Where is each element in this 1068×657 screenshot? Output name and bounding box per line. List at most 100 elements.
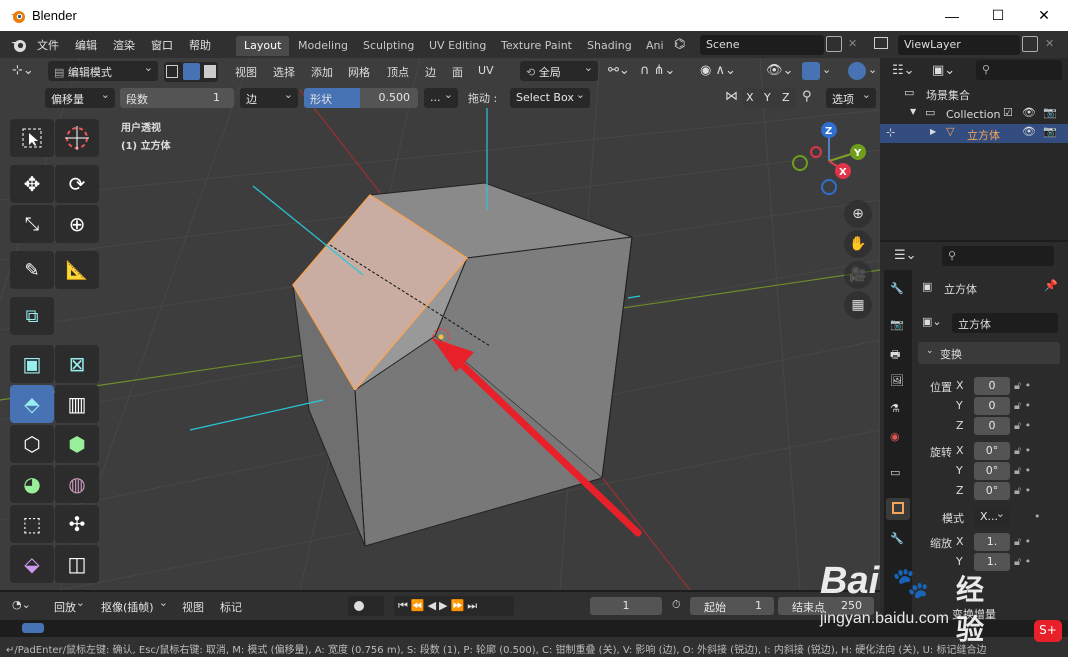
vertex-select-icon[interactable] [166, 65, 178, 78]
plugin-badge-icon[interactable]: S+ [1034, 620, 1062, 642]
mode-keyframe-icon[interactable]: • [1034, 510, 1041, 523]
gizmo-dropdown-icon[interactable]: ⌄ [822, 63, 831, 76]
object-tab-icon[interactable] [886, 498, 910, 520]
expand-collection-icon[interactable]: ▼ [910, 107, 916, 116]
scale-x-field[interactable]: 1. [974, 533, 1010, 551]
location-z-field[interactable]: 0 [974, 417, 1010, 435]
menu-window[interactable]: 窗口 [151, 37, 173, 53]
modifier-tab-icon[interactable]: 🔧 [890, 532, 904, 545]
location-x-field[interactable]: 0 [974, 377, 1010, 395]
pivot-icon[interactable]: ⚯⌄ [608, 63, 630, 78]
copy-viewlayer-icon[interactable] [1022, 36, 1038, 52]
lock-location-x-icon[interactable]: 🔓︎ • [1014, 379, 1031, 393]
extrude-tool[interactable]: ▣ [10, 345, 54, 383]
lock-rotation-x-icon[interactable]: 🔓︎ • [1014, 444, 1031, 458]
select-box-tool[interactable] [10, 119, 54, 157]
tab-texture-paint[interactable]: Texture Paint [493, 36, 580, 56]
gizmo-neg-y-icon[interactable] [792, 155, 808, 171]
more-options-dropdown[interactable]: ... [424, 88, 458, 108]
collection-tab-icon[interactable]: ▭ [890, 466, 900, 479]
object-name-field[interactable]: 立方体 [952, 313, 1058, 333]
playback-dropdown[interactable]: 回放 [48, 596, 90, 616]
menu-file[interactable]: 文件 [37, 37, 59, 53]
expand-object-icon[interactable]: ▶ [930, 127, 936, 136]
viewlayer-icon[interactable] [874, 37, 888, 49]
scene-collection-row[interactable]: ▭ 场景集合 [880, 84, 1068, 104]
pan-hand-icon[interactable]: ✋ [844, 230, 872, 258]
collection-row[interactable]: ▼ ▭ Collection ☑ 👁 📷 [880, 104, 1068, 124]
current-frame-field[interactable]: 1 [590, 597, 662, 615]
lock-location-y-icon[interactable]: 🔓︎ • [1014, 399, 1031, 413]
rotation-x-field[interactable]: 0° [974, 442, 1010, 460]
visibility-icon[interactable]: 👁⌄ [766, 63, 793, 78]
lock-scale-x-icon[interactable]: 🔓︎ • [1014, 535, 1031, 549]
close-window-button[interactable]: ✕ [1021, 0, 1067, 31]
menu-vertex[interactable]: 顶点 [387, 64, 409, 80]
tab-animation[interactable]: Ani [638, 36, 672, 56]
axis-y-toggle[interactable]: Y [760, 88, 778, 108]
rotate-tool[interactable]: ⟳ [55, 165, 99, 203]
perspective-grid-icon[interactable]: ▦ [844, 291, 872, 319]
gizmo-neg-x-icon[interactable] [810, 146, 822, 158]
viewlayer-field[interactable]: ViewLayer [898, 35, 1020, 55]
close-viewlayer-icon[interactable]: ✕ [1045, 37, 1054, 50]
scene-field[interactable]: Scene [700, 35, 824, 55]
location-y-field[interactable]: 0 [974, 397, 1010, 415]
overlay-toggle-icon[interactable] [848, 62, 866, 80]
transform-section-header[interactable]: ⌄ 变换 [918, 342, 1060, 364]
tab-shading[interactable]: Shading [579, 36, 640, 56]
outliner-object-row[interactable]: ⊹ ▶ ▽ 立方体 👁 📷 [880, 124, 1068, 143]
overlay-dropdown-icon[interactable]: ⌄ [868, 63, 877, 76]
bevel-tool[interactable]: ⬘ [10, 385, 54, 423]
proportional-edit-icon[interactable]: ◉ ∧⌄ [700, 63, 736, 78]
lock-rotation-y-icon[interactable]: 🔓︎ • [1014, 464, 1031, 478]
object-render-icon[interactable]: 📷 [1043, 125, 1057, 138]
tool-tab-icon[interactable]: 🔧 [890, 282, 904, 295]
add-cube-tool[interactable]: ⧉ [10, 297, 54, 335]
select-box-dropdown[interactable]: Select Box [510, 88, 590, 108]
segments-field[interactable]: 段数 1 [120, 88, 234, 108]
mode-dropdown[interactable]: ▤ 编辑模式 [48, 61, 158, 81]
rip-tool[interactable]: ◫ [55, 545, 99, 583]
edge-select-icon[interactable] [183, 63, 200, 80]
maximize-button[interactable]: ☐ [975, 0, 1021, 31]
loop-cut-tool[interactable]: ▥ [55, 385, 99, 423]
annotate-tool[interactable]: ✎ [10, 251, 54, 289]
axis-x-toggle[interactable]: X [742, 88, 760, 108]
gizmo-neg-z-icon[interactable] [821, 179, 837, 195]
bevel-operation-dropdown[interactable]: 偏移量 [45, 88, 115, 108]
transform-tool[interactable]: ⊕ [55, 205, 99, 243]
camera-icon[interactable]: 🎥 [844, 261, 872, 289]
tab-modeling[interactable]: Modeling [290, 36, 356, 56]
rotation-z-field[interactable]: 0° [974, 482, 1010, 500]
collection-check-icon[interactable]: ☑ [1003, 106, 1013, 119]
lock-rotation-z-icon[interactable]: 🔓︎ • [1014, 484, 1031, 498]
cursor-tool[interactable] [55, 119, 99, 157]
pin-icon[interactable]: 📌 [1044, 279, 1058, 292]
spin-tool[interactable]: ◕ [10, 465, 54, 503]
start-frame-field[interactable]: 起始 1 [690, 597, 774, 615]
object-visibility-icon[interactable]: 👁 [1022, 125, 1036, 138]
lock-scale-y-icon[interactable]: 🔓︎ • [1014, 555, 1031, 569]
zoom-icon[interactable]: ⊕ [844, 200, 872, 228]
menu-select[interactable]: 选择 [273, 64, 295, 80]
inset-tool[interactable]: ⊠ [55, 345, 99, 383]
properties-editor-icon[interactable]: ☰⌄ [894, 248, 917, 263]
edge-slide-tool[interactable]: ⬚ [10, 505, 54, 543]
menu-edge[interactable]: 边 [425, 64, 436, 80]
lock-location-z-icon[interactable]: 🔓︎ • [1014, 419, 1031, 433]
rotation-mode-dropdown[interactable]: X... [974, 507, 1010, 527]
menu-help[interactable]: 帮助 [189, 37, 211, 53]
menu-face[interactable]: 面 [452, 64, 463, 80]
menu-add[interactable]: 添加 [311, 64, 333, 80]
snap-icon[interactable]: ∩ ⋔⌄ [640, 63, 675, 78]
menu-render[interactable]: 渲染 [113, 37, 135, 53]
menu-mesh[interactable]: 网格 [348, 64, 370, 80]
menu-uv[interactable]: UV [478, 64, 494, 77]
collection-visibility-icon[interactable]: 👁 [1022, 106, 1036, 119]
smooth-tool[interactable]: ◍ [55, 465, 99, 503]
shape-field[interactable]: 形状 0.500 [304, 88, 418, 108]
auto-merge-icon[interactable]: ⚲ [802, 89, 812, 104]
tab-layout[interactable]: Layout [236, 36, 290, 56]
display-mode-icon[interactable]: ▣⌄ [932, 63, 955, 78]
